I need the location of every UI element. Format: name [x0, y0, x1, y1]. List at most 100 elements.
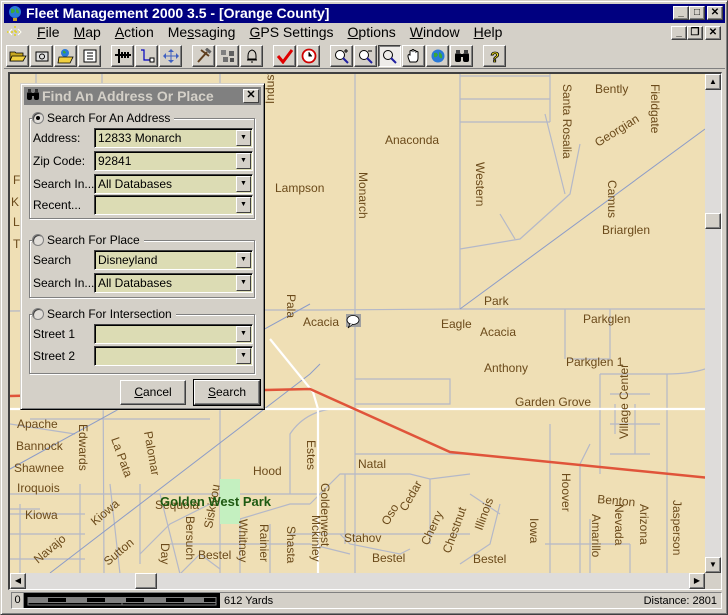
- tools-button[interactable]: [192, 44, 215, 67]
- open-map-icon: [57, 48, 74, 63]
- vehicles-button[interactable]: [216, 44, 239, 67]
- cancel-button[interactable]: Cancel: [120, 380, 186, 405]
- menu-file[interactable]: File: [30, 23, 67, 42]
- scroll-right-button[interactable]: ▶: [689, 573, 705, 589]
- street-label: Arizona: [637, 504, 651, 545]
- dialog-close-button[interactable]: ✕: [243, 89, 259, 103]
- title-bar[interactable]: Fleet Management 2000 3.5 - [Orange Coun…: [4, 4, 725, 23]
- recent-row: Recent... ▼: [33, 195, 253, 216]
- camera-icon: [35, 51, 48, 61]
- street2-combo[interactable]: ▼: [94, 346, 253, 366]
- address-row: Address: 12833 Monarch ▼: [33, 128, 253, 149]
- svg-text:?: ?: [490, 49, 499, 64]
- dropdown-arrow-icon[interactable]: ▼: [236, 176, 251, 192]
- street-label: Bersuch: [183, 516, 197, 560]
- dropdown-arrow-icon[interactable]: ▼: [236, 348, 251, 364]
- menu-window[interactable]: Window: [403, 23, 467, 42]
- place-search-in-row: Search In... All Databases ▼: [33, 273, 253, 294]
- scroll-corner: [705, 573, 721, 589]
- horizontal-scrollbar[interactable]: ◀ ▶: [10, 573, 705, 589]
- menu-messaging[interactable]: Messaging: [161, 23, 243, 42]
- dropdown-arrow-icon[interactable]: ▼: [236, 197, 251, 213]
- pan-hand-button[interactable]: [402, 44, 425, 67]
- zoom-select-button[interactable]: [378, 44, 401, 67]
- menu-action[interactable]: Action: [108, 23, 161, 42]
- street-label: Monarch: [356, 172, 370, 219]
- radio-intersection[interactable]: [32, 308, 44, 320]
- minimize-button[interactable]: _: [673, 6, 689, 20]
- path-button[interactable]: [135, 44, 158, 67]
- street2-row: Street 2 ▼: [33, 346, 253, 367]
- clock-button[interactable]: [297, 44, 320, 67]
- close-button[interactable]: ✕: [707, 6, 723, 20]
- horizontal-scroll-thumb[interactable]: [135, 573, 157, 589]
- child-restore-button[interactable]: ❐: [687, 26, 703, 40]
- menu-help[interactable]: Help: [467, 23, 510, 42]
- zoom-in-icon: [334, 48, 349, 64]
- street-label: Acacia: [303, 315, 339, 329]
- mdi-child-icon[interactable]: [4, 23, 30, 42]
- dropdown-arrow-icon[interactable]: ▼: [236, 275, 251, 291]
- street-label: Amarillo: [589, 514, 603, 558]
- street-label: Fieldgate: [648, 84, 662, 134]
- place-search-combo[interactable]: Disneyland ▼: [94, 250, 253, 270]
- dropdown-arrow-icon[interactable]: ▼: [236, 326, 251, 342]
- street-label: Garden Grove: [515, 395, 591, 409]
- open-map-button[interactable]: [54, 44, 77, 67]
- scroll-up-button[interactable]: ▲: [705, 74, 721, 90]
- globe-button[interactable]: [426, 44, 449, 67]
- street-label: Pala: [284, 294, 298, 318]
- menu-map[interactable]: Map: [67, 23, 108, 42]
- street1-combo[interactable]: ▼: [94, 324, 253, 344]
- move-button[interactable]: [159, 44, 182, 67]
- address-label: Address:: [33, 131, 81, 145]
- zoom-out-button[interactable]: [354, 44, 377, 67]
- place-search-in-combo[interactable]: All Databases ▼: [94, 273, 253, 293]
- place-radio[interactable]: Search For Place: [32, 233, 144, 247]
- address-combo[interactable]: 12833 Monarch ▼: [94, 128, 253, 148]
- street-label: Stahov: [344, 531, 381, 545]
- radio-address[interactable]: [32, 112, 44, 124]
- zoom-in-button[interactable]: [330, 44, 353, 67]
- list-button[interactable]: [78, 44, 101, 67]
- check-button[interactable]: [273, 44, 296, 67]
- dropdown-arrow-icon[interactable]: ▼: [236, 252, 251, 268]
- street-label: Rainier: [257, 524, 271, 562]
- dropdown-arrow-icon[interactable]: ▼: [236, 153, 251, 169]
- zip-code-combo[interactable]: 92841 ▼: [94, 151, 253, 171]
- acacia-marker[interactable]: [346, 314, 361, 329]
- recent-combo[interactable]: ▼: [94, 195, 253, 215]
- street-label: Hood: [253, 464, 282, 478]
- recent-label: Recent...: [33, 198, 82, 212]
- route-tool-button[interactable]: [111, 44, 134, 67]
- menu-gps-settings[interactable]: GPS Settings: [242, 23, 340, 42]
- scroll-down-button[interactable]: ▼: [705, 557, 721, 573]
- hammer-tools-icon: [196, 47, 212, 63]
- scroll-left-button[interactable]: ◀: [10, 573, 26, 589]
- street-label: Illinois: [472, 496, 497, 532]
- menu-options[interactable]: Options: [341, 23, 403, 42]
- street-label: La Pata: [108, 435, 135, 479]
- address-radio[interactable]: Search For An Address: [32, 111, 175, 125]
- help-button[interactable]: ?: [483, 44, 506, 67]
- street-label: Western: [473, 162, 487, 206]
- vertical-scrollbar[interactable]: ▲ ▼: [705, 74, 721, 573]
- radio-place[interactable]: [32, 234, 44, 246]
- child-close-button[interactable]: ✕: [705, 26, 721, 40]
- dialog-title-bar[interactable]: Find An Address Or Place ✕: [24, 87, 261, 105]
- open-folder-button[interactable]: [6, 44, 29, 67]
- child-minimize-button[interactable]: _: [671, 26, 687, 40]
- vertical-scroll-thumb[interactable]: [705, 213, 721, 229]
- camera-button[interactable]: [30, 44, 53, 67]
- binoculars-button[interactable]: [450, 44, 473, 67]
- maximize-button[interactable]: □: [689, 6, 705, 20]
- dropdown-arrow-icon[interactable]: ▼: [236, 130, 251, 146]
- list-icon: [83, 49, 96, 62]
- search-button[interactable]: Search: [193, 379, 261, 406]
- address-search-in-combo[interactable]: All Databases ▼: [94, 174, 253, 194]
- street-label: Village Center: [617, 364, 631, 439]
- intersection-radio[interactable]: Search For Intersection: [32, 307, 176, 321]
- street-label: Cedar: [396, 478, 424, 513]
- street-label: Parkglen: [583, 312, 630, 326]
- alarm-bell-button[interactable]: [240, 44, 263, 67]
